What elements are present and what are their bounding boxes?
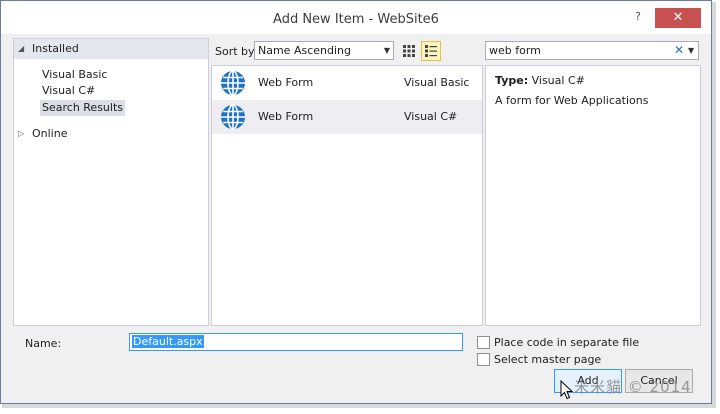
checkbox-box[interactable]	[477, 335, 490, 349]
grid-view-icon	[403, 45, 415, 57]
template-item-webform-vb[interactable]: Web Form Visual Basic	[212, 66, 482, 100]
collapsed-arrow-icon[interactable]: ▷	[18, 125, 32, 143]
type-label: Type:	[495, 74, 529, 87]
sort-value: Name Ascending	[258, 44, 351, 57]
template-language: Visual Basic	[404, 76, 470, 89]
globe-icon	[221, 104, 245, 130]
template-tree: ◢ Installed Visual Basic Visual C# Searc…	[13, 38, 209, 326]
checkbox-box[interactable]	[477, 352, 490, 366]
tree-node-label: Online	[32, 127, 68, 140]
tree-node-search-results[interactable]: Search Results	[40, 100, 126, 116]
small-icons-view-button[interactable]	[399, 41, 419, 61]
watermark: 米米貓 © 2014	[574, 378, 692, 396]
name-value-selected: Default.aspx	[132, 335, 204, 348]
tree-node-label: Installed	[32, 42, 79, 55]
type-value: Visual C#	[531, 74, 585, 87]
globe-icon	[221, 70, 245, 96]
title-bar[interactable]: Add New Item - WebSite6 ? ✕	[1, 1, 711, 34]
help-button[interactable]: ?	[629, 10, 647, 26]
checkbox-label: Place code in separate file	[494, 335, 640, 349]
search-input[interactable]: web form ✕ ▼	[485, 41, 699, 60]
close-button[interactable]: ✕	[655, 8, 701, 28]
template-description: A form for Web Applications	[495, 94, 649, 107]
name-field[interactable]: Default.aspx	[129, 333, 463, 351]
tree-node-visual-csharp[interactable]: Visual C#	[40, 83, 97, 99]
separate-file-checkbox[interactable]: Place code in separate file	[477, 334, 639, 350]
name-label: Name:	[25, 337, 62, 350]
chevron-down-icon[interactable]: ▼	[688, 42, 694, 59]
type-line: Type: Visual C#	[495, 74, 585, 87]
checkbox-label: Select master page	[494, 352, 602, 366]
tree-node-visual-basic[interactable]: Visual Basic	[40, 67, 109, 83]
chevron-down-icon: ▼	[383, 46, 390, 55]
template-details: Type: Visual C# A form for Web Applicati…	[485, 65, 701, 326]
sort-label: Sort by:	[215, 45, 258, 58]
search-value: web form	[489, 44, 541, 57]
expanded-arrow-icon[interactable]: ◢	[18, 40, 32, 58]
sort-dropdown[interactable]: Name Ascending ▼	[254, 41, 394, 60]
medium-icons-view-button[interactable]	[421, 41, 441, 61]
mouse-cursor-icon	[560, 380, 574, 400]
template-name: Web Form	[258, 110, 314, 123]
list-view-icon	[425, 45, 437, 57]
clear-search-icon[interactable]: ✕	[674, 42, 684, 59]
tree-node-installed[interactable]: ◢ Installed	[18, 40, 79, 58]
template-item-webform-csharp[interactable]: Web Form Visual C#	[212, 100, 482, 134]
template-name: Web Form	[258, 76, 314, 89]
tree-node-online[interactable]: ▷ Online	[18, 125, 67, 143]
template-language: Visual C#	[404, 110, 458, 123]
template-list: Web Form Visual Basic Web Form Visual C#	[211, 65, 483, 326]
window-title: Add New Item - WebSite6	[273, 12, 439, 27]
add-new-item-dialog: Add New Item - WebSite6 ? ✕ ◢ Installed …	[0, 0, 712, 404]
sort-toolbar: Sort by: Name Ascending ▼	[211, 38, 481, 64]
master-page-checkbox[interactable]: Select master page	[477, 351, 601, 367]
